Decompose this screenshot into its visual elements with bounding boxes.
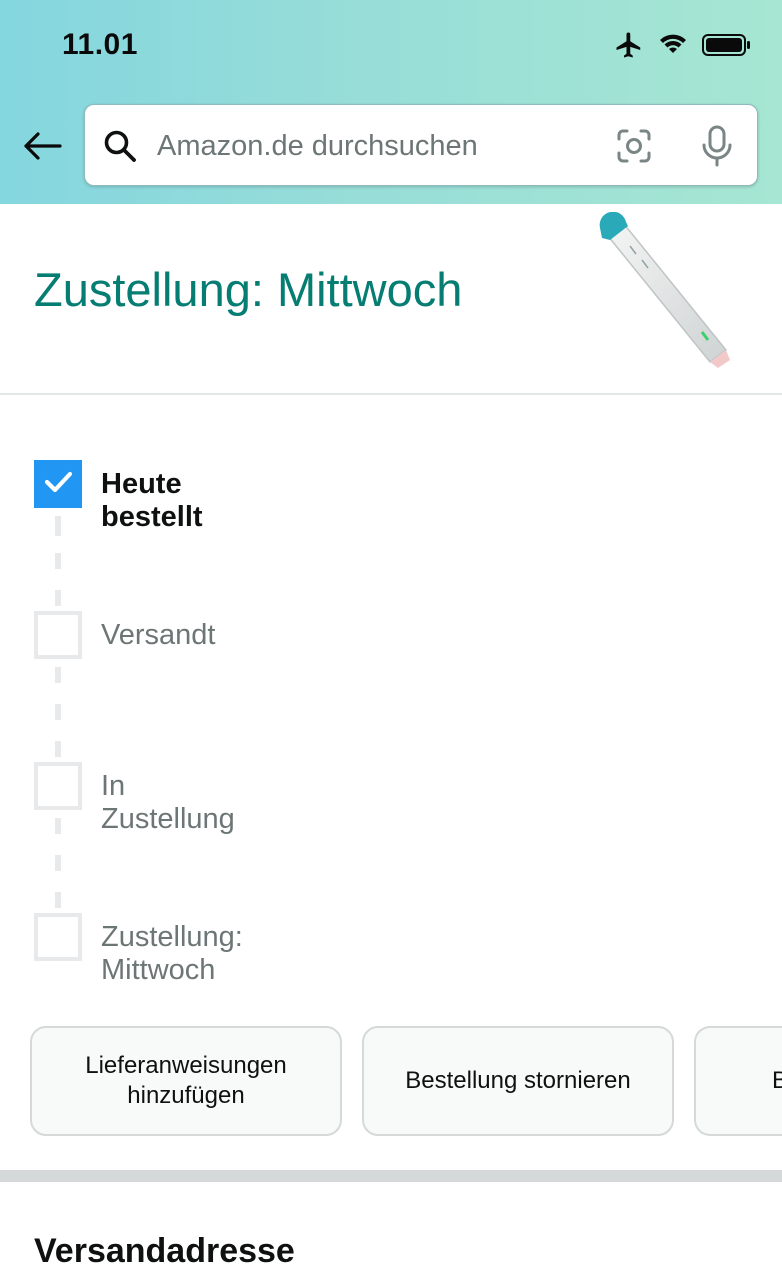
third-action-button[interactable]: B [694, 1026, 782, 1136]
back-button[interactable] [18, 124, 66, 172]
step-label-shipped: Versandt [101, 619, 216, 651]
shipping-address-heading: Versandadresse [34, 1232, 295, 1270]
step-label-delivered: Zustellung: Mittwoch [101, 921, 243, 986]
cancel-order-button[interactable]: Bestellung stornieren [362, 1026, 674, 1136]
order-actions: Lieferanweisungen hinzufügen Bestellung … [0, 1026, 782, 1136]
step-connector [55, 855, 61, 871]
step-checkbox-delivered [34, 913, 82, 961]
status-icons [614, 30, 752, 64]
step-checkbox-ordered [34, 460, 82, 508]
product-image[interactable] [590, 211, 740, 382]
step-connector [55, 667, 61, 683]
section-separator [0, 1170, 782, 1182]
step-connector [55, 590, 61, 606]
search-icon [103, 129, 137, 168]
app-header: 11.01 [0, 0, 782, 204]
step-checkbox-out-for-delivery [34, 762, 82, 810]
arrow-left-icon [22, 131, 62, 166]
status-time: 11.01 [62, 28, 138, 61]
section-divider [0, 393, 782, 395]
step-checkbox-shipped [34, 611, 82, 659]
airplane-icon [614, 30, 644, 65]
step-connector [55, 892, 61, 908]
step-connector [55, 704, 61, 720]
step-label-ordered: Heute bestellt [101, 468, 203, 533]
microphone-icon[interactable] [699, 125, 735, 172]
search-bar[interactable] [84, 104, 758, 186]
step-connector [55, 516, 61, 536]
step-connector [55, 741, 61, 757]
step-connector [55, 818, 61, 834]
step-label-out-for-delivery: In Zustellung [101, 770, 235, 835]
camera-icon[interactable] [615, 127, 653, 170]
step-connector [55, 553, 61, 569]
delivery-status-title: Zustellung: Mittwoch [34, 263, 463, 316]
battery-icon [702, 33, 752, 62]
add-delivery-instructions-button[interactable]: Lieferanweisungen hinzufügen [30, 1026, 342, 1136]
search-input[interactable] [155, 123, 599, 169]
checkmark-icon [43, 470, 73, 499]
wifi-icon [658, 33, 688, 62]
